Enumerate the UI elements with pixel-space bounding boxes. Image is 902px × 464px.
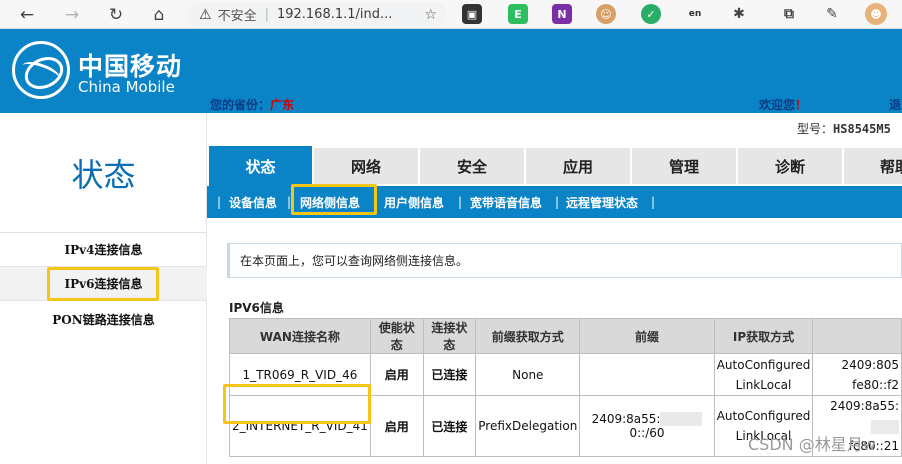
province-info: 您的省份：广东 xyxy=(210,97,294,113)
sidebar-item-pon[interactable]: PON链路连接信息 xyxy=(0,302,207,336)
section-title: IPV6信息 xyxy=(229,301,284,315)
model-value: HS8545M5 xyxy=(833,122,891,136)
forward-icon[interactable]: → xyxy=(57,0,87,29)
tab-help[interactable]: 帮助 xyxy=(844,148,902,184)
ip-mode-cell: AutoConfigured LinkLocal xyxy=(713,353,814,396)
subnav-user-info[interactable]: 用户侧信息 xyxy=(384,192,444,212)
ip-address-line: fe80::f2 xyxy=(852,377,899,392)
prefix-part: 2409:8a55: xyxy=(591,411,661,426)
back-icon[interactable]: ← xyxy=(12,0,42,29)
reload-icon[interactable]: ↻ xyxy=(101,0,131,29)
tab-diagnostics[interactable]: 诊断 xyxy=(738,148,842,184)
url-text[interactable]: 192.168.1.1/ind... xyxy=(277,7,392,22)
profile-avatar[interactable]: ☻ xyxy=(865,3,887,25)
column-header: 前缀 xyxy=(579,318,715,354)
ip-address-line: 2409:805 xyxy=(841,357,900,372)
enable-cell: 启用 xyxy=(369,353,424,396)
logo-english-text: China Mobile xyxy=(78,78,175,96)
subnav-voice-info[interactable]: 宽带语音信息 xyxy=(470,192,542,212)
address-bar[interactable]: ⚠ 不安全 | 192.168.1.1/ind... ☆ xyxy=(187,2,447,27)
browser-toolbar: ← → ↻ ⌂ ⚠ 不安全 | 192.168.1.1/ind... ☆ ▣ E… xyxy=(0,0,902,29)
province-value: 广东 xyxy=(270,98,295,112)
model-label: 型号： xyxy=(797,122,834,136)
logout-link[interactable]: 退 xyxy=(889,97,901,113)
province-label: 您的省份： xyxy=(210,98,271,112)
security-warning-icon[interactable]: ⚠ xyxy=(199,7,212,23)
column-header xyxy=(812,318,902,354)
welcome-mark: ！ xyxy=(795,98,808,112)
prefix-cell xyxy=(579,353,715,396)
puzzle-icon[interactable]: ✱ xyxy=(729,4,749,24)
add-favorite-icon[interactable]: ☆ xyxy=(424,7,437,23)
tab-security[interactable]: 安全 xyxy=(420,148,524,184)
subnav-device-info[interactable]: 设备信息 xyxy=(229,192,277,212)
prefix-mode-cell: None xyxy=(475,353,581,396)
wechat-ext-icon[interactable]: ✓ xyxy=(641,4,661,24)
enable-cell: 启用 xyxy=(369,395,424,457)
status-cell: 已连接 xyxy=(422,395,477,457)
onenote-icon[interactable]: N xyxy=(552,4,572,24)
column-header: 前缀获取方式 xyxy=(475,318,581,354)
ip-mode-line: AutoConfigured xyxy=(716,409,811,423)
highlight-box xyxy=(223,384,371,424)
edit-icon[interactable]: ✎ xyxy=(822,4,842,24)
sidebar-title: 状态 xyxy=(0,113,207,233)
evernote-icon[interactable]: E xyxy=(508,4,528,24)
highlight-box xyxy=(291,184,377,215)
subnav-divider: | xyxy=(458,195,463,209)
subnav-remote-mgmt[interactable]: 远程管理状态 xyxy=(566,192,638,212)
subnav-divider: | xyxy=(651,195,656,209)
sidebar-item-ipv4[interactable]: IPv4连接信息 xyxy=(0,233,207,267)
ip-address-line: 2409:8a55: xyxy=(815,396,899,436)
welcome-label: 欢迎您 xyxy=(759,98,796,112)
column-header: IP获取方式 xyxy=(713,318,814,354)
welcome-text: 欢迎您！ xyxy=(759,97,807,113)
home-icon[interactable]: ⌂ xyxy=(144,0,174,29)
ip-part: 2409:8a55: xyxy=(830,399,899,413)
subnav-divider: | xyxy=(217,195,222,209)
highlight-box xyxy=(47,267,159,301)
column-header: 连接状态 xyxy=(422,318,477,354)
face-ext-icon[interactable]: ☺ xyxy=(596,4,616,24)
column-header: 使能状态 xyxy=(369,318,424,354)
subnav-divider: | xyxy=(555,195,560,209)
tab-network[interactable]: 网络 xyxy=(314,148,418,184)
translate-ext-icon[interactable]: en xyxy=(685,4,705,24)
insecure-label: 不安全 xyxy=(217,9,257,24)
collections-icon[interactable]: ⧉ xyxy=(779,4,799,24)
tab-management[interactable]: 管理 xyxy=(632,148,736,184)
ip-mode-line: AutoConfigured xyxy=(716,357,811,372)
address-separator: | xyxy=(264,7,269,22)
tab-status[interactable]: 状态 xyxy=(209,146,312,186)
status-cell: 已连接 xyxy=(422,353,477,396)
tab-ext-icon[interactable]: ▣ xyxy=(462,4,482,24)
watermark: CSDN @林星月w xyxy=(748,435,876,454)
device-model: 型号：HS8545M5 xyxy=(797,120,891,137)
prefix-mode-cell: PrefixDelegation xyxy=(475,395,581,457)
page-description: 在本页面上，您可以查询网络侧连接信息。 xyxy=(227,243,902,278)
ip-mode-line: LinkLocal xyxy=(735,377,792,392)
table-header-row: WAN连接名称 使能状态 连接状态 前缀获取方式 前缀 IP获取方式 xyxy=(229,318,902,354)
redacted-block xyxy=(660,412,703,427)
ip-address-cell: 2409:805 fe80::f2 xyxy=(812,353,902,396)
prefix-part: 0::/60 xyxy=(629,426,665,441)
column-header: WAN连接名称 xyxy=(229,318,371,354)
tab-application[interactable]: 应用 xyxy=(526,148,630,184)
prefix-cell: 2409:8a55:0::/60 xyxy=(579,395,715,457)
china-mobile-logo-icon xyxy=(12,41,70,99)
